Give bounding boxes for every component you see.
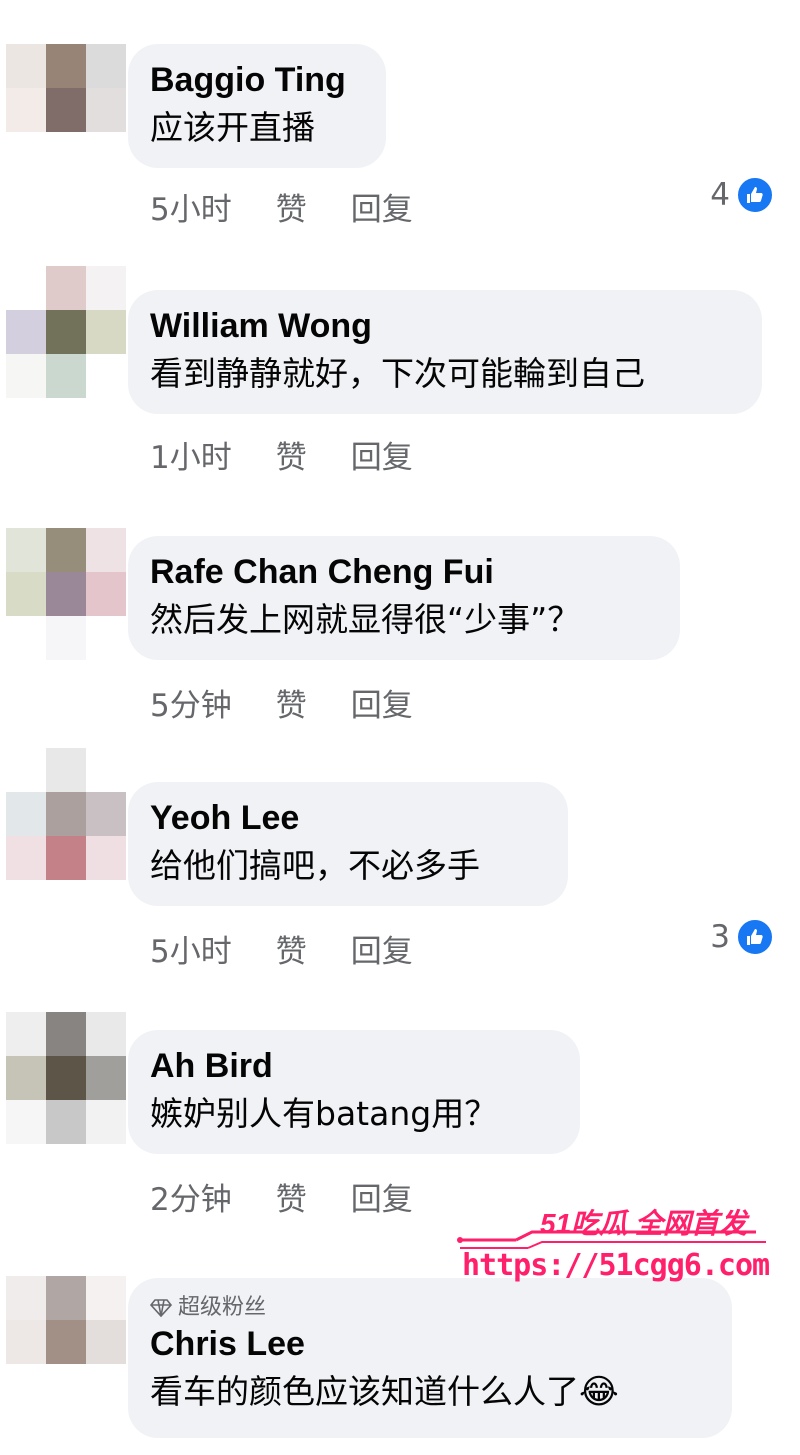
avatar[interactable] — [6, 748, 128, 880]
comment-author[interactable]: Ah Bird — [150, 1044, 558, 1088]
comment-text: 嫉妒别人有batang用？ — [150, 1094, 498, 1133]
comment-actions: 1小时 赞 回复 — [150, 432, 413, 477]
comment-actions: 2分钟 赞 回复 — [150, 1174, 413, 1219]
like-button[interactable]: 赞 — [276, 1174, 307, 1219]
comment-time[interactable]: 5小时 — [150, 184, 232, 229]
comment-text: 然后发上网就显得很“少事”？ — [150, 600, 581, 639]
comment-bubble: William Wong 看到静静就好，下次可能輪到自己 — [128, 290, 762, 414]
comment-author[interactable]: Rafe Chan Cheng Fui — [150, 550, 658, 594]
comment-text: 看车的颜色应该知道什么人了😂 — [150, 1366, 710, 1418]
reply-button[interactable]: 回复 — [351, 432, 413, 477]
reaction-count[interactable]: 4 — [710, 176, 774, 214]
comment-time[interactable]: 5小时 — [150, 926, 232, 971]
avatar[interactable] — [6, 44, 128, 176]
comment-bubble: Ah Bird 嫉妒别人有batang用？ — [128, 1030, 580, 1154]
comment-author[interactable]: Yeoh Lee — [150, 796, 546, 840]
comment-text-content: 看车的颜色应该知道什么人了 — [150, 1372, 579, 1411]
comment-bubble: Rafe Chan Cheng Fui 然后发上网就显得很“少事”？ — [128, 536, 680, 660]
reply-button[interactable]: 回复 — [351, 926, 413, 971]
like-button[interactable]: 赞 — [276, 680, 307, 725]
comment-actions: 5小时 赞 回复 — [150, 184, 413, 229]
watermark-title: 51吃瓜 全网首发 — [540, 1208, 747, 1239]
reply-button[interactable]: 回复 — [351, 1174, 413, 1219]
badge-label: 超级粉丝 — [178, 1295, 267, 1320]
comment-text: 看到静静就好，下次可能輪到自己 — [150, 354, 645, 393]
reaction-count[interactable]: 3 — [710, 918, 774, 956]
comment-author[interactable]: Baggio Ting — [150, 58, 364, 102]
comment-author[interactable]: Chris Lee — [150, 1322, 710, 1366]
comment-author[interactable]: William Wong — [150, 304, 740, 348]
diamond-icon — [150, 1299, 172, 1318]
comment-actions: 5分钟 赞 回复 — [150, 680, 413, 725]
comment-time[interactable]: 1小时 — [150, 432, 232, 477]
super-fan-badge[interactable]: 超级粉丝 — [150, 1294, 710, 1322]
reply-button[interactable]: 回复 — [351, 184, 413, 229]
comment-text: 应该开直播 — [150, 108, 315, 147]
watermark-url: https://51cgg6.com — [462, 1248, 770, 1283]
comment-time[interactable]: 5分钟 — [150, 680, 232, 725]
like-button[interactable]: 赞 — [276, 432, 307, 477]
avatar[interactable] — [6, 1276, 128, 1408]
thumbs-up-icon — [736, 918, 774, 956]
avatar[interactable] — [6, 528, 128, 660]
watermark: 51吃瓜 全网首发 https://51cgg6.com — [456, 1200, 800, 1290]
comment-bubble: 超级粉丝 Chris Lee 看车的颜色应该知道什么人了😂 — [128, 1278, 732, 1438]
thumbs-up-icon — [736, 176, 774, 214]
reaction-number: 4 — [710, 177, 730, 213]
comment-text: 给他们搞吧，不必多手 — [150, 846, 480, 885]
like-button[interactable]: 赞 — [276, 184, 307, 229]
comment-bubble: Yeoh Lee 给他们搞吧，不必多手 — [128, 782, 568, 906]
like-button[interactable]: 赞 — [276, 926, 307, 971]
comment-bubble: Baggio Ting 应该开直播 — [128, 44, 386, 168]
avatar[interactable] — [6, 266, 128, 398]
comment-actions: 5小时 赞 回复 — [150, 926, 413, 971]
reaction-number: 3 — [710, 919, 730, 955]
avatar[interactable] — [6, 1012, 128, 1144]
comment-time[interactable]: 2分钟 — [150, 1174, 232, 1219]
reply-button[interactable]: 回复 — [351, 680, 413, 725]
laughing-emoji-icon: 😂 — [579, 1372, 619, 1412]
